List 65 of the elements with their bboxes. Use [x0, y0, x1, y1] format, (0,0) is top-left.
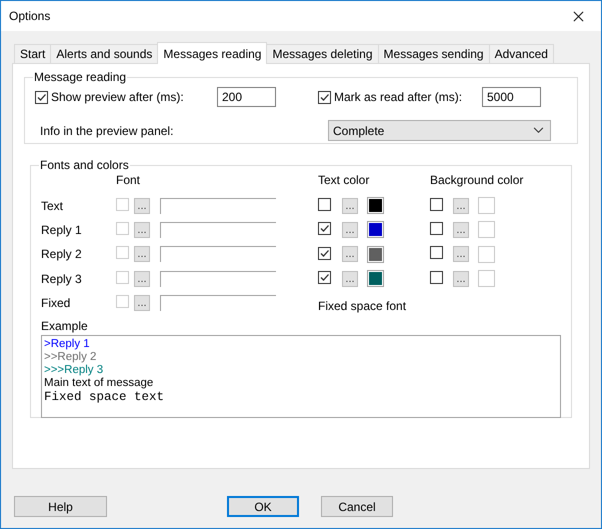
preview-line: >>Reply 2	[44, 351, 98, 364]
row-label: Reply 3	[41, 272, 83, 286]
preview-line: >>>Reply 3	[44, 364, 104, 378]
dialog-button[interactable]: Cancel	[321, 496, 393, 517]
browse-button[interactable]: ...	[342, 222, 358, 238]
tab[interactable]: Messages reading	[157, 42, 268, 64]
checkbox[interactable]	[430, 198, 443, 211]
dropdown[interactable]: Complete	[328, 120, 551, 141]
checkbox[interactable]	[318, 271, 331, 284]
field-label: Example	[41, 319, 89, 334]
close-icon	[572, 10, 584, 22]
checkbox[interactable]	[430, 222, 443, 235]
tab[interactable]: Advanced	[488, 44, 554, 63]
font-field[interactable]	[160, 198, 276, 214]
color-swatch[interactable]	[478, 270, 495, 288]
input-field[interactable]: 5000	[482, 87, 541, 107]
browse-button[interactable]: ...	[453, 198, 469, 214]
checkbox[interactable]	[318, 222, 331, 236]
checkbox[interactable]	[318, 246, 331, 260]
color-swatch[interactable]	[478, 221, 495, 238]
font-field[interactable]	[160, 270, 276, 287]
input-field[interactable]: 200	[217, 87, 276, 107]
checkbox[interactable]	[430, 246, 443, 260]
checkbox-label: Mark as read after (ms):	[334, 90, 462, 104]
dialog-button[interactable]: OK	[227, 496, 299, 517]
color-swatch[interactable]	[367, 221, 384, 238]
preview-line: Fixed space text	[44, 390, 166, 406]
group-title: Fonts and colors	[39, 158, 130, 172]
checkbox[interactable]	[318, 198, 331, 211]
font-field[interactable]	[160, 246, 276, 262]
checkbox-label: Show preview after (ms):	[51, 90, 184, 104]
row-label: Fixed	[41, 296, 72, 310]
checkbox[interactable]	[318, 90, 331, 104]
column-header: Font	[116, 173, 142, 189]
checkbox[interactable]	[430, 270, 443, 284]
font-field[interactable]	[160, 222, 276, 238]
tab[interactable]: Messages deleting	[266, 44, 379, 63]
chevron-down-icon	[533, 127, 544, 134]
column-header: Background color	[430, 173, 524, 189]
color-swatch[interactable]	[367, 270, 384, 288]
row-label: Reply 2	[41, 247, 83, 262]
preview-line: Main text of message	[44, 377, 154, 390]
color-swatch[interactable]	[478, 197, 495, 214]
row-label: Reply 1	[41, 222, 83, 237]
row-label: Text	[41, 198, 64, 213]
browse-button[interactable]: ...	[453, 270, 469, 287]
tab[interactable]: Messages sending	[378, 44, 490, 63]
color-swatch[interactable]	[367, 197, 384, 214]
browse-button[interactable]: ...	[342, 246, 358, 262]
window-title: Options	[9, 9, 50, 23]
browse-button[interactable]: ...	[453, 222, 469, 238]
field-label: Info in the preview panel:	[39, 124, 174, 138]
browse-button[interactable]: ...	[342, 270, 358, 287]
group-title: Message reading	[33, 70, 128, 84]
checkbox[interactable]	[35, 90, 48, 104]
browse-button[interactable]: ...	[453, 246, 469, 262]
color-swatch[interactable]	[478, 246, 495, 263]
browse-button[interactable]: ...	[342, 198, 358, 214]
color-swatch[interactable]	[367, 246, 384, 263]
preview-line: >Reply 1	[44, 338, 91, 352]
font-field[interactable]	[160, 295, 276, 312]
column-header: Text color	[318, 173, 370, 189]
dialog-button[interactable]: Help	[14, 496, 107, 517]
label: Fixed space font	[318, 298, 408, 314]
tab[interactable]: Start	[14, 44, 52, 63]
